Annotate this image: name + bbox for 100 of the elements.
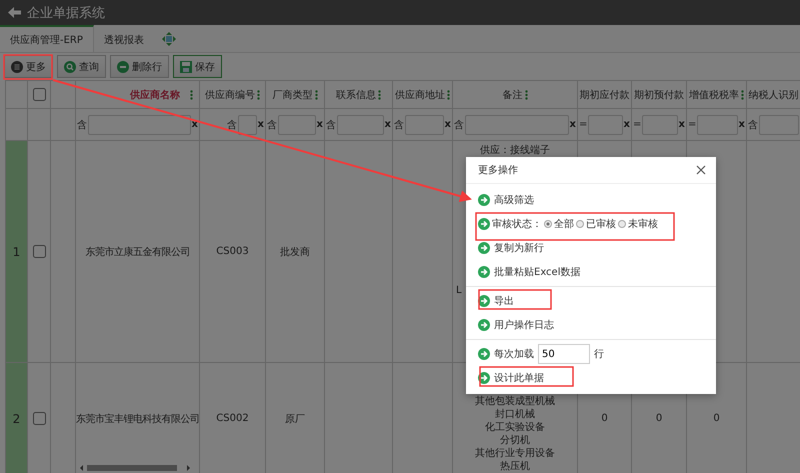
toolbar-button[interactable]: 查询	[57, 55, 106, 78]
filter-operator[interactable]: 含	[267, 118, 277, 132]
clear-icon[interactable]: x	[192, 119, 198, 130]
arrow-circle-icon	[478, 295, 490, 307]
table-cell: 批发商	[280, 246, 310, 258]
remark-text: 封口机械	[495, 408, 535, 420]
clear-icon[interactable]: x	[570, 119, 576, 130]
tab[interactable]: 供应商管理-ERP	[0, 25, 94, 52]
save-icon	[180, 60, 192, 72]
filter-field[interactable]	[278, 114, 316, 134]
filter-operator[interactable]: =	[688, 119, 696, 130]
filter-field[interactable]	[465, 114, 569, 134]
filter-operator[interactable]: 含	[394, 118, 404, 132]
toolbar-button[interactable]: 保存	[173, 55, 222, 78]
search-icon	[64, 60, 76, 72]
clear-icon[interactable]: x	[444, 119, 451, 130]
clear-icon[interactable]: x	[678, 119, 685, 130]
menu-item[interactable]: 复制为新行	[478, 241, 544, 255]
clear-icon[interactable]: x	[258, 119, 264, 130]
clear-icon[interactable]: x	[384, 119, 391, 130]
filter-field[interactable]	[697, 114, 738, 134]
dialog-title: 更多操作	[478, 164, 518, 177]
window-title: 企业单据系统	[27, 4, 105, 22]
remark-text: 其他包装成型机械	[475, 394, 555, 408]
filter-operator[interactable]: =	[579, 119, 588, 130]
menu-item[interactable]: 批量粘贴Excel数据	[478, 265, 580, 279]
table-cell: 0	[601, 413, 608, 424]
table-cell: CS003	[216, 246, 249, 257]
radio-button[interactable]	[544, 220, 552, 228]
clear-icon[interactable]: x	[624, 119, 630, 130]
filter-field[interactable]	[337, 114, 384, 134]
minus-icon	[117, 60, 129, 72]
table-cell: 原厂	[285, 414, 305, 424]
checkbox[interactable]	[33, 412, 46, 425]
column-menu-icon[interactable]	[378, 90, 381, 100]
move-icon[interactable]	[162, 32, 176, 46]
radio-label[interactable]: 已审核	[586, 217, 616, 231]
filter-operator[interactable]: 含	[326, 118, 336, 132]
filter-field[interactable]	[642, 114, 678, 134]
remark-text: 其他行业专用设备	[475, 446, 555, 460]
column-menu-icon[interactable]	[524, 90, 528, 100]
toolbar-button[interactable]: 删除行	[110, 55, 169, 78]
menu-item[interactable]: 用户操作日志	[478, 318, 554, 332]
column-menu-icon[interactable]	[257, 90, 260, 100]
menu-icon	[11, 60, 23, 72]
menu-item[interactable]: 高级筛选	[478, 193, 534, 207]
menu-item[interactable]: 导出	[478, 294, 514, 308]
filter-field[interactable]	[588, 114, 623, 134]
clear-icon[interactable]: x	[738, 119, 745, 130]
arrow-circle-icon	[478, 266, 490, 278]
column-menu-icon[interactable]	[190, 90, 193, 100]
clear-icon[interactable]: x	[316, 119, 323, 130]
remark-text: 热压机	[500, 460, 530, 472]
toolbar-button[interactable]: 更多	[4, 55, 53, 78]
column-menu-icon[interactable]	[314, 90, 318, 100]
arrow-circle-icon	[478, 319, 490, 331]
remark-text: 分切机	[500, 434, 530, 446]
filter-operator[interactable]: 含	[454, 118, 464, 132]
checkbox[interactable]	[33, 88, 46, 101]
filter-operator[interactable]: 含	[748, 118, 758, 132]
table-cell: 0	[713, 413, 720, 424]
table-cell: 东莞市宝丰锂电科技有限公司	[76, 414, 198, 424]
table-cell: 东莞市立康五金有限公司	[85, 246, 190, 258]
radio-button[interactable]	[618, 220, 626, 228]
filter-field[interactable]	[759, 114, 799, 134]
row-number: 1	[12, 244, 20, 258]
radio-label[interactable]: 未审核	[628, 217, 658, 231]
arrow-circle-icon	[478, 348, 490, 360]
field-label: 每次加载	[494, 348, 534, 361]
column-menu-icon[interactable]	[741, 90, 744, 100]
row-number: 2	[12, 412, 20, 426]
back-icon[interactable]	[8, 7, 21, 18]
filter-operator[interactable]: 含	[227, 118, 237, 132]
highlight-box	[3, 54, 53, 80]
arrow-circle-icon	[478, 194, 490, 206]
radio-button[interactable]	[576, 220, 584, 228]
remark-text: 化工实验设备	[485, 420, 545, 434]
menu-item[interactable]: 设计此单据	[478, 371, 544, 385]
arrow-circle-icon	[478, 372, 490, 384]
table-cell: 0	[656, 413, 662, 424]
column-header[interactable]: 备注	[502, 88, 522, 102]
close-icon	[696, 165, 706, 175]
arrow-circle-icon	[478, 242, 490, 254]
filter-field[interactable]	[238, 114, 257, 134]
remark-text: 供应：接线端子	[480, 144, 550, 156]
checkbox[interactable]	[33, 245, 46, 258]
close-button[interactable]	[696, 165, 706, 175]
field-label: 审核状态：	[492, 218, 542, 231]
filter-operator[interactable]: 含	[77, 118, 87, 132]
arrow-circle-icon	[478, 218, 490, 230]
remark-text: L	[455, 284, 462, 296]
column-menu-icon[interactable]	[447, 90, 450, 100]
filter-field[interactable]	[405, 114, 444, 134]
input-field[interactable]: 50	[538, 344, 590, 364]
radio-label[interactable]: 全部	[554, 217, 574, 231]
filter-operator[interactable]: =	[633, 119, 642, 130]
filter-field[interactable]	[88, 114, 191, 134]
tab[interactable]: 透视报表	[94, 25, 154, 52]
unit-label: 行	[594, 348, 604, 361]
scrollbar[interactable]	[80, 464, 190, 472]
